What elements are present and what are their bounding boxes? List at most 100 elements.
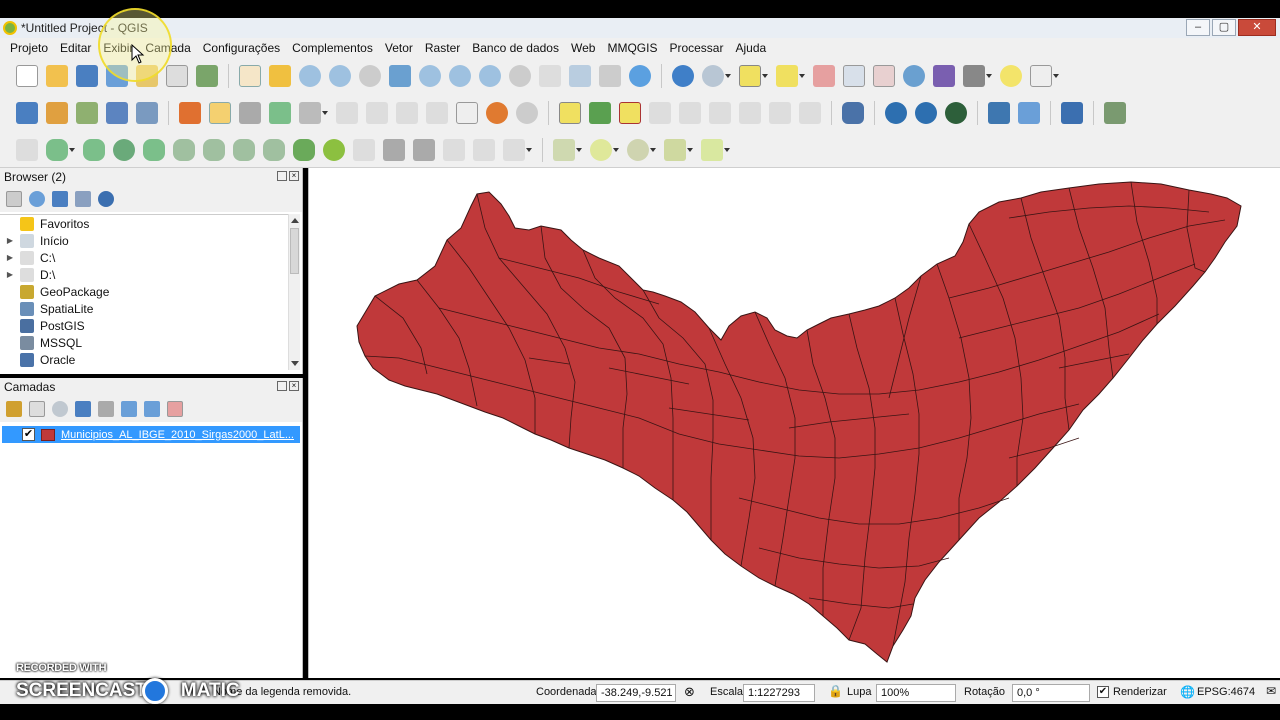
- add-layer-icon[interactable]: [16, 102, 38, 124]
- pan-to-selection-icon[interactable]: [269, 65, 291, 87]
- scroll-down-icon[interactable]: [291, 361, 299, 366]
- remove-layer-icon[interactable]: [167, 401, 183, 417]
- split-parts-icon[interactable]: [293, 138, 315, 161]
- rotate-point-symbols-icon[interactable]: [383, 138, 405, 161]
- chevron-down-icon[interactable]: [69, 147, 75, 152]
- expand-arrow-icon[interactable]: ▶: [4, 270, 16, 279]
- zoom-next-icon[interactable]: [509, 65, 531, 87]
- browser-item[interactable]: ▶ D:\: [0, 266, 288, 283]
- close-panel-icon[interactable]: ×: [289, 381, 299, 391]
- trim-extend-icon[interactable]: [443, 138, 465, 161]
- layout-manager-icon[interactable]: [166, 65, 188, 87]
- highlight-pinned-icon[interactable]: [649, 102, 671, 124]
- expand-all-icon[interactable]: [121, 401, 137, 417]
- deselect-icon[interactable]: [813, 65, 835, 87]
- browser-item[interactable]: MSSQL: [0, 334, 288, 351]
- crs-label[interactable]: EPSG:4674: [1197, 686, 1255, 698]
- menu-editar[interactable]: Editar: [54, 41, 97, 55]
- rotation-field[interactable]: 0,0 °: [1012, 684, 1090, 702]
- manage-visibility-icon[interactable]: [52, 401, 68, 417]
- toolbox-gear-icon[interactable]: [903, 65, 925, 87]
- merge-features-icon[interactable]: [323, 138, 345, 161]
- osm-plugin-icon[interactable]: [945, 102, 967, 124]
- chevron-down-icon[interactable]: [725, 74, 731, 78]
- menu-ajuda[interactable]: Ajuda: [729, 41, 772, 55]
- data-source-manager-icon[interactable]: [46, 102, 68, 124]
- layer-visibility-checkbox[interactable]: ✔: [22, 428, 35, 441]
- measure-icon[interactable]: [963, 65, 985, 87]
- maximize-button[interactable]: ▢: [1212, 19, 1236, 36]
- menu-processar[interactable]: Processar: [663, 41, 729, 55]
- snapping-icon[interactable]: [553, 138, 575, 161]
- messages-icon[interactable]: ✉: [1266, 684, 1276, 698]
- plugin-grid-icon[interactable]: [1018, 102, 1040, 124]
- close-panel-icon[interactable]: ×: [289, 171, 299, 181]
- scale-field[interactable]: 1:1227293: [743, 684, 815, 702]
- menu-web[interactable]: Web: [565, 41, 601, 55]
- metasearch-icon[interactable]: [885, 102, 907, 124]
- menu-projeto[interactable]: Projeto: [4, 41, 54, 55]
- zoom-to-selection-icon[interactable]: [419, 65, 441, 87]
- offset-curve-icon[interactable]: [233, 138, 255, 161]
- attribute-table-icon[interactable]: [843, 65, 865, 87]
- chevron-down-icon[interactable]: [724, 147, 730, 152]
- toggle-editing-pencil-icon[interactable]: [209, 102, 231, 124]
- add-feature-icon[interactable]: [269, 102, 291, 124]
- map-canvas[interactable]: [308, 168, 1280, 678]
- map-tips-icon[interactable]: [1000, 65, 1022, 87]
- alagoas-municipalities-polygon[interactable]: [356, 181, 1242, 663]
- add-selected-layers-icon[interactable]: [6, 191, 22, 207]
- chevron-down-icon[interactable]: [526, 147, 532, 152]
- advanced-digitizing-icon[interactable]: [590, 138, 612, 161]
- redo-icon[interactable]: [516, 102, 538, 124]
- change-label-icon[interactable]: [739, 102, 761, 124]
- toggle-extents-icon[interactable]: ⊗: [684, 684, 695, 700]
- pin-labels-icon[interactable]: [619, 102, 641, 124]
- chevron-down-icon[interactable]: [762, 74, 768, 78]
- style-panel-icon[interactable]: [6, 401, 22, 417]
- georeferencer-icon[interactable]: [915, 102, 937, 124]
- save-project-icon[interactable]: [76, 65, 98, 87]
- add-group-icon[interactable]: [29, 401, 45, 417]
- current-edits-icon[interactable]: [179, 102, 201, 124]
- chevron-down-icon[interactable]: [986, 74, 992, 78]
- paste-features-icon[interactable]: [456, 102, 478, 124]
- save-edits-icon[interactable]: [239, 102, 261, 124]
- undo-icon[interactable]: [486, 102, 508, 124]
- map-svg[interactable]: [309, 168, 1280, 678]
- chevron-down-icon[interactable]: [799, 74, 805, 78]
- reshape-icon[interactable]: [203, 138, 225, 161]
- browser-item[interactable]: ▶ Início: [0, 232, 288, 249]
- select-by-value-icon[interactable]: [776, 65, 798, 87]
- browser-item[interactable]: Oracle: [0, 351, 288, 368]
- delete-selected-icon[interactable]: [366, 102, 388, 124]
- identify-icon[interactable]: [672, 65, 694, 87]
- info-icon[interactable]: [98, 191, 114, 207]
- simplify-icon[interactable]: [473, 138, 495, 161]
- magnifier-field[interactable]: 100%: [876, 684, 956, 702]
- add-part-icon[interactable]: [83, 138, 105, 161]
- browser-scrollbar[interactable]: [288, 214, 300, 370]
- menu-complementos[interactable]: Complementos: [286, 41, 379, 55]
- add-wms-icon[interactable]: [136, 102, 158, 124]
- refresh-icon[interactable]: [29, 191, 45, 207]
- zoom-out-icon[interactable]: [329, 65, 351, 87]
- move-label-icon[interactable]: [679, 102, 701, 124]
- expand-arrow-icon[interactable]: ▶: [4, 253, 16, 262]
- close-button[interactable]: ✕: [1238, 19, 1276, 36]
- style-manager-icon[interactable]: [196, 65, 218, 87]
- offset-point-symbols-icon[interactable]: [413, 138, 435, 161]
- add-vector-icon[interactable]: [76, 102, 98, 124]
- delete-ring-icon[interactable]: [143, 138, 165, 161]
- zoom-in-icon[interactable]: [299, 65, 321, 87]
- pan-map-icon[interactable]: [239, 65, 261, 87]
- bookmark-icon[interactable]: [599, 65, 621, 87]
- show-hide-labels-icon[interactable]: [769, 102, 791, 124]
- browser-item[interactable]: Favoritos: [0, 215, 288, 232]
- delete-part-icon[interactable]: [173, 138, 195, 161]
- refresh-icon[interactable]: [629, 65, 651, 87]
- expand-arrow-icon[interactable]: ▶: [4, 236, 16, 245]
- select-features-icon[interactable]: [739, 65, 761, 87]
- scroll-up-icon[interactable]: [291, 218, 299, 223]
- fill-ring-icon[interactable]: [113, 138, 135, 161]
